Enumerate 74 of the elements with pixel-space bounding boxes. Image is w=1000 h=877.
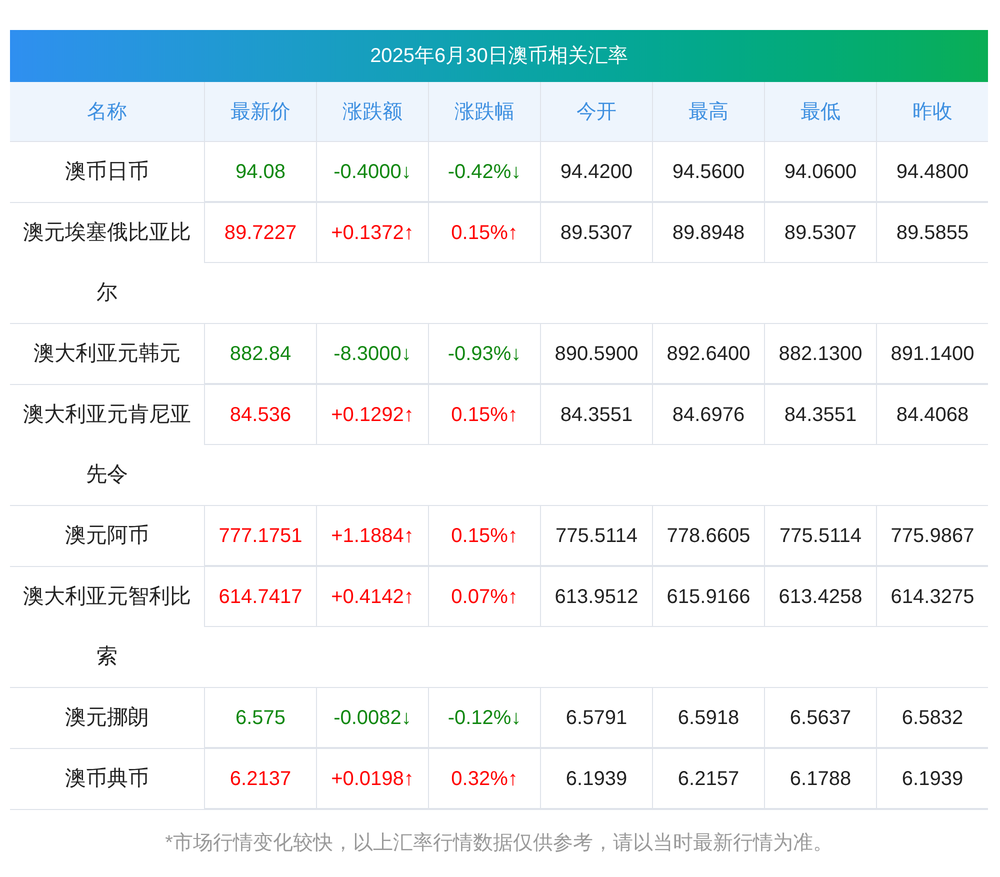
table-cell: 890.5900	[541, 324, 653, 384]
table-cell: 775.9867	[877, 506, 988, 566]
table-cell: -0.4000↓	[317, 142, 429, 202]
table-cell: -0.93%↓	[429, 324, 541, 384]
column-header: 最低	[765, 82, 877, 142]
table-cell: 89.7227	[205, 203, 317, 263]
currency-name: 澳大利亚元韩元	[32, 341, 182, 367]
table-cell: 882.1300	[765, 324, 877, 384]
column-header: 名称	[10, 82, 205, 142]
table-cell: 775.5114	[765, 506, 877, 566]
currency-name: 澳元埃塞俄比亚比尔	[22, 220, 192, 306]
table-cell: 0.15%↑	[429, 385, 541, 445]
table-cell: 777.1751	[205, 506, 317, 566]
column-header: 今开	[541, 82, 653, 142]
table-cell: 89.5307	[541, 203, 653, 263]
column-header: 涨跌额	[317, 82, 429, 142]
table-cell: 84.3551	[541, 385, 653, 445]
disclaimer: *市场行情变化较快，以上汇率行情数据仅供参考，请以当时最新行情为准。	[164, 831, 834, 856]
table-cell: 0.15%↑	[429, 506, 541, 566]
table-cell: +0.4142↑	[317, 567, 429, 627]
table-cell: 6.2157	[653, 749, 765, 809]
table-cell: 775.5114	[541, 506, 653, 566]
currency-name: 澳元阿币	[64, 523, 150, 549]
table-cell: 6.1939	[877, 749, 988, 809]
table-cell: 882.84	[205, 324, 317, 384]
table-cell: -0.12%↓	[429, 688, 541, 748]
table-cell: 6.575	[205, 688, 317, 748]
table-cell: 6.1788	[765, 749, 877, 809]
table-cell: 615.9166	[653, 567, 765, 627]
table-cell: 84.6976	[653, 385, 765, 445]
table-cell: 6.5637	[765, 688, 877, 748]
table-cell: 94.4800	[877, 142, 988, 202]
table-cell: -8.3000↓	[317, 324, 429, 384]
table-cell: 94.0600	[765, 142, 877, 202]
table-cell: +0.1292↑	[317, 385, 429, 445]
table-cell: 0.32%↑	[429, 749, 541, 809]
table-cell: 94.4200	[541, 142, 653, 202]
table-cell: -0.42%↓	[429, 142, 541, 202]
table-cell: 892.6400	[653, 324, 765, 384]
table-cell: 89.8948	[653, 203, 765, 263]
table-cell: 613.4258	[765, 567, 877, 627]
table-cell: 94.08	[205, 142, 317, 202]
table-cell: 778.6605	[653, 506, 765, 566]
table-cell: 6.5918	[653, 688, 765, 748]
column-header: 最高	[653, 82, 765, 142]
table-title: 2025年6月30日澳币相关汇率	[10, 30, 988, 82]
table-cell: 84.3551	[765, 385, 877, 445]
currency-name: 澳大利亚元肯尼亚先令	[22, 402, 192, 488]
table-cell: 613.9512	[541, 567, 653, 627]
table-cell: 891.1400	[877, 324, 988, 384]
table-cell: 6.5791	[541, 688, 653, 748]
table-cell: 89.5855	[877, 203, 988, 263]
table-cell: 614.7417	[205, 567, 317, 627]
table-cell: 6.5832	[877, 688, 988, 748]
table-cell: 614.3275	[877, 567, 988, 627]
table-cell: +1.1884↑	[317, 506, 429, 566]
column-header: 最新价	[205, 82, 317, 142]
table-cell: +0.0198↑	[317, 749, 429, 809]
table-cell: 0.15%↑	[429, 203, 541, 263]
table-cell: 84.536	[205, 385, 317, 445]
table-cell: 84.4068	[877, 385, 988, 445]
table-cell: 0.07%↑	[429, 567, 541, 627]
currency-name: 澳币典币	[64, 766, 150, 792]
column-header: 涨跌幅	[429, 82, 541, 142]
currency-name: 澳大利亚元智利比索	[22, 584, 192, 670]
currency-name: 澳币日币	[64, 159, 150, 185]
table-cell: 94.5600	[653, 142, 765, 202]
table-cell: 6.2137	[205, 749, 317, 809]
currency-name: 澳元挪朗	[64, 705, 150, 731]
column-header: 昨收	[877, 82, 988, 142]
table-cell: +0.1372↑	[317, 203, 429, 263]
table-cell: -0.0082↓	[317, 688, 429, 748]
table-cell: 6.1939	[541, 749, 653, 809]
table-cell: 89.5307	[765, 203, 877, 263]
